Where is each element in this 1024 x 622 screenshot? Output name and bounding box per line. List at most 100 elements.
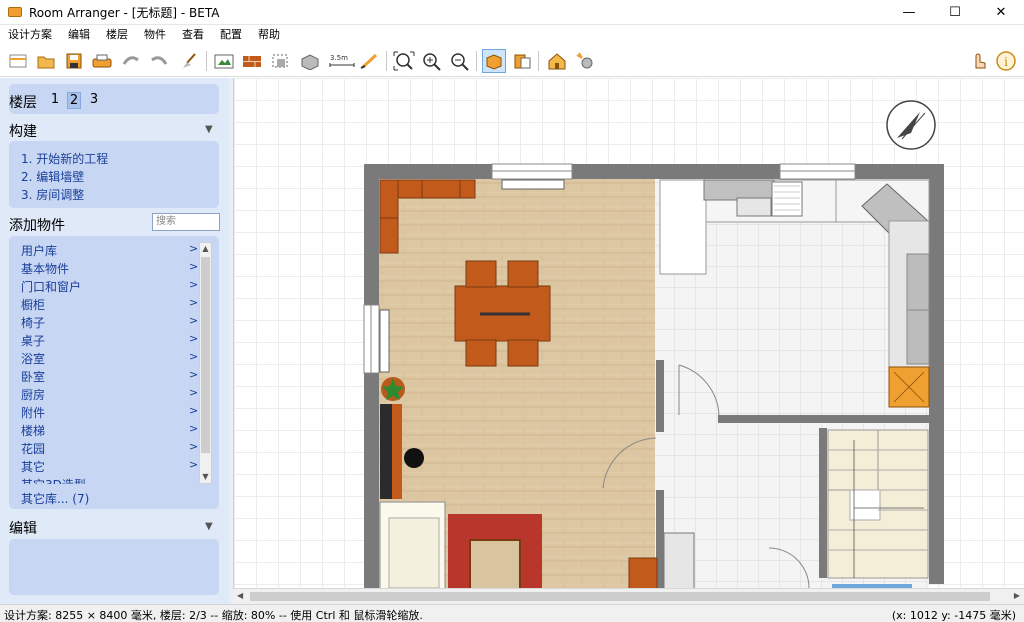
category-kitchen[interactable]: 厨房 [21,386,45,403]
build-step-adjust-room[interactable]: 3. 房间调整 [21,186,84,203]
radiator[interactable] [379,309,390,373]
category-user-lib[interactable]: 用户库 [21,242,57,259]
inner-wall[interactable] [656,360,664,432]
lamp[interactable] [404,448,424,468]
print-icon[interactable] [90,49,114,73]
draw-icon[interactable] [358,49,382,73]
armchair[interactable] [469,539,521,588]
more-libraries-link[interactable]: 其它库... (7) [21,490,89,507]
chevron-right-icon: > [189,278,199,291]
category-tables[interactable]: 桌子 [21,332,45,349]
scrollbar-thumb[interactable] [250,592,990,601]
app-icon [8,7,22,17]
touch-icon[interactable] [966,49,990,73]
cabinet[interactable] [628,557,658,588]
menu-object[interactable]: 物件 [136,25,174,45]
radiator[interactable] [501,179,565,190]
category-garden[interactable]: 花园 [21,440,45,457]
edit-collapse-icon[interactable]: ▼ [205,521,213,532]
floor-tab-3[interactable]: 3 [87,92,101,107]
chair[interactable] [465,339,497,367]
maximize-button[interactable]: ☐ [932,0,978,25]
radiator[interactable] [663,532,695,588]
select-area-icon[interactable] [268,49,292,73]
category-other[interactable]: 其它 [21,458,45,475]
measure-icon[interactable]: 3.5m [328,49,356,73]
category-stairs[interactable]: 楼梯 [21,422,45,439]
search-input[interactable]: 搜索 [152,213,220,231]
chevron-right-icon: > [189,458,199,471]
floor-tab-1[interactable]: 1 [48,92,62,107]
category-bedroom[interactable]: 卧室 [21,368,45,385]
category-accessories[interactable]: 附件 [21,404,45,421]
chevron-right-icon: > [189,296,199,309]
chair[interactable] [507,339,539,367]
inner-wall[interactable] [819,428,827,578]
scrollbar-thumb[interactable] [201,257,210,453]
category-clip: 其它3D造型 [21,476,196,484]
wall-top[interactable] [364,164,944,179]
menu-config[interactable]: 配置 [212,25,250,45]
menu-view[interactable]: 查看 [174,25,212,45]
minimize-button[interactable]: — [886,0,932,25]
inner-wall[interactable] [718,415,929,423]
view-list-icon[interactable] [510,49,534,73]
wall-left[interactable] [364,164,379,588]
canvas-horizontal-scrollbar[interactable]: ◀ ▶ [233,588,1024,604]
menu-edit[interactable]: 编辑 [60,25,98,45]
zoom-in-icon[interactable] [420,49,444,73]
category-doors-windows[interactable]: 门口和窗户 [21,278,81,295]
settings-icon[interactable] [574,49,598,73]
undo-icon[interactable] [118,49,142,73]
wall-right[interactable] [929,164,944,584]
zoom-out-icon[interactable] [448,49,472,73]
save-icon[interactable] [62,49,86,73]
scroll-right-icon[interactable]: ▶ [1014,591,1020,600]
object-3d-icon[interactable] [298,49,322,73]
info-icon[interactable]: i [994,49,1018,73]
open-icon[interactable] [34,49,58,73]
build-step-new-project[interactable]: 1. 开始新的工程 [21,150,108,167]
title-bar: Room Arranger - [无标题] - BETA — ☐ ✕ [0,0,1024,25]
category-other-3d[interactable]: 其它3D造型 [21,476,86,484]
floor-plan-canvas[interactable] [233,78,1024,588]
scroll-up-icon[interactable]: ▲ [200,243,211,255]
status-bar: 设计方案: 8255 × 8400 毫米, 楼层: 2/3 -- 缩放: 80%… [0,604,1024,622]
category-basic[interactable]: 基本物件 [21,260,69,277]
floor-tab-2[interactable]: 2 [67,92,81,109]
redo-icon[interactable] [148,49,172,73]
close-button[interactable]: ✕ [978,0,1024,25]
category-chairs[interactable]: 椅子 [21,314,45,331]
fridge[interactable] [659,179,707,275]
floor-card [9,84,219,114]
toolbar-separator [476,51,477,71]
view-2d-icon[interactable] [482,49,506,73]
menu-design[interactable]: 设计方案 [0,25,60,45]
toolbar-separator [386,51,387,71]
scroll-down-icon[interactable]: ▼ [200,471,211,483]
stove[interactable] [771,181,803,217]
menu-help[interactable]: 帮助 [250,25,288,45]
new-icon[interactable] [6,49,30,73]
chair[interactable] [507,260,539,288]
scroll-left-icon[interactable]: ◀ [237,591,243,600]
menu-floor[interactable]: 楼层 [98,25,136,45]
import-icon[interactable] [212,49,236,73]
sink[interactable] [736,197,772,217]
category-bathroom[interactable]: 浴室 [21,350,45,367]
chair[interactable] [465,260,497,288]
house-3d-icon[interactable] [545,49,569,73]
chevron-right-icon: > [189,332,199,345]
category-cabinets[interactable]: 橱柜 [21,296,45,313]
build-collapse-icon[interactable]: ▼ [205,124,213,135]
zoom-fit-icon[interactable] [392,49,416,73]
window-title: Room Arranger - [无标题] - BETA [29,5,220,20]
status-text: 设计方案: 8255 × 8400 毫米, 楼层: 2/3 -- 缩放: 80%… [4,609,423,622]
clean-icon[interactable] [178,49,202,73]
build-step-edit-walls[interactable]: 2. 编辑墙壁 [21,168,84,185]
chevron-right-icon: > [189,350,199,363]
chevron-right-icon: > [189,440,199,453]
category-scrollbar[interactable]: ▲ ▼ [199,242,212,484]
wall-icon[interactable] [240,49,264,73]
chevron-right-icon: > [189,242,199,255]
